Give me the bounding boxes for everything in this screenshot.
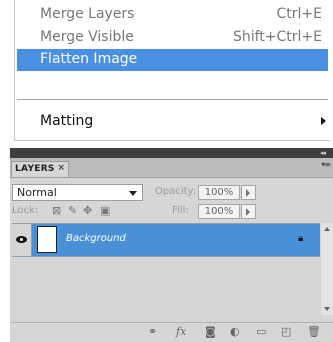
- layer-row[interactable]: Background 🔒︎: [12, 224, 320, 257]
- trash-icon[interactable]: 🗑︎: [307, 325, 321, 338]
- visibility-toggle[interactable]: [12, 224, 32, 256]
- menu-item-label: Merge Visible: [40, 29, 134, 45]
- close-icon[interactable]: ×: [57, 163, 65, 173]
- new-layer-icon[interactable]: ◰: [281, 325, 291, 338]
- menu-item-merge-visible[interactable]: Merge Visible Shift+Ctrl+E: [17, 27, 328, 49]
- layer-thumbnail: [37, 226, 57, 253]
- tab-layers[interactable]: LAYERS ×: [11, 161, 69, 177]
- adjustment-layer-icon[interactable]: ◐: [230, 325, 240, 338]
- chevron-down-icon: [129, 191, 137, 196]
- blend-mode-value: Normal: [17, 186, 57, 199]
- add-mask-icon[interactable]: ◙: [205, 325, 216, 338]
- menu-item-label: Flatten Image: [40, 51, 138, 67]
- menu-item-label: Matting: [40, 113, 94, 129]
- fill-input[interactable]: 100%: [198, 204, 240, 219]
- new-group-icon[interactable]: ▭: [256, 325, 266, 338]
- fill-label: Fill:: [172, 205, 189, 216]
- blend-mode-select[interactable]: Normal: [12, 184, 143, 201]
- link-layers-icon[interactable]: ⚭: [148, 325, 157, 338]
- menu-item-matting[interactable]: Matting: [17, 111, 328, 133]
- menu-item-shortcut: Ctrl+E: [276, 6, 323, 22]
- menu-item-label: Merge Layers: [40, 6, 135, 22]
- opacity-input[interactable]: 100%: [198, 185, 240, 200]
- layers-panel: ◂◂ LAYERS × ▾≡ Normal Opacity: 100% Lock…: [10, 148, 333, 342]
- scroll-up-icon[interactable]: [324, 227, 330, 231]
- lock-icon: 🔒︎: [298, 233, 304, 244]
- eye-icon: [16, 236, 27, 243]
- panel-tab-row: LAYERS × ▾≡: [10, 158, 333, 178]
- layers-list: Background 🔒︎: [12, 223, 320, 314]
- layers-scrollbar[interactable]: [321, 223, 333, 315]
- panel-titlebar: ◂◂: [10, 148, 333, 158]
- menu-item-merge-layers[interactable]: Merge Layers Ctrl+E: [17, 4, 328, 26]
- panel-footer: ⚭ fx ◙ ◐ ▭ ◰ 🗑︎: [10, 322, 333, 342]
- panel-menu-icon[interactable]: ▾≡: [321, 160, 331, 169]
- tab-label: LAYERS: [15, 164, 55, 174]
- opacity-label: Opacity:: [155, 186, 197, 197]
- collapse-icon[interactable]: ◂◂: [320, 149, 326, 157]
- opacity-slider-arrow-icon[interactable]: [241, 185, 256, 200]
- lock-all-icon[interactable]: ▣: [100, 204, 110, 217]
- layer-name[interactable]: Background: [66, 233, 126, 244]
- fill-slider-arrow-icon[interactable]: [241, 204, 256, 219]
- fx-icon[interactable]: fx: [176, 325, 186, 338]
- lock-move-icon[interactable]: ✥: [83, 204, 92, 217]
- lock-transparent-icon[interactable]: ⊠: [52, 204, 61, 217]
- menu-item-flatten-image[interactable]: Flatten Image: [17, 49, 328, 71]
- scroll-down-icon[interactable]: [324, 307, 330, 311]
- lock-label: Lock:: [12, 205, 39, 216]
- submenu-arrow-icon: [321, 117, 326, 125]
- menu-separator: [17, 99, 328, 100]
- lock-paint-icon[interactable]: ✎: [68, 204, 77, 217]
- layer-context-menu: Merge Layers Ctrl+E Merge Visible Shift+…: [14, 0, 330, 141]
- menu-item-shortcut: Shift+Ctrl+E: [232, 29, 322, 45]
